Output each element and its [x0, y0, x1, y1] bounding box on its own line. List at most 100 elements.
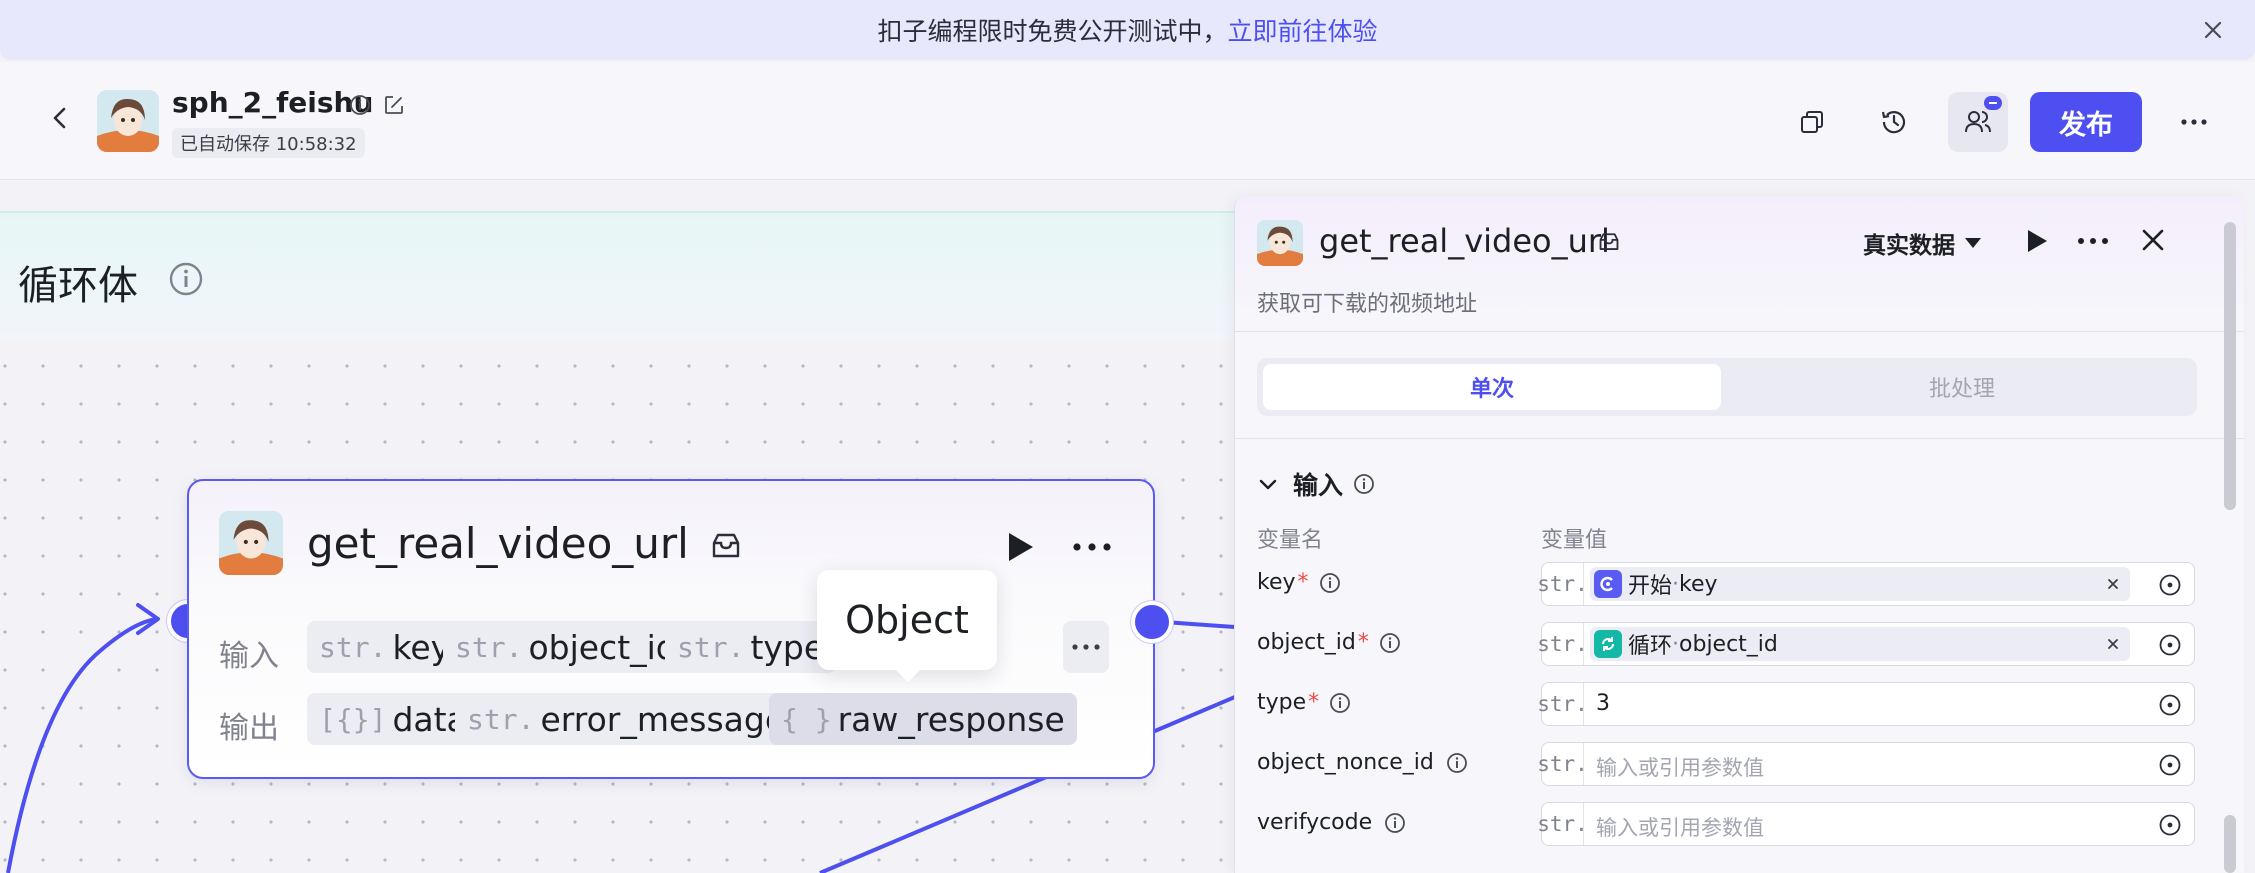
ref-separator: · — [1672, 571, 1680, 597]
type-tag: str. — [455, 630, 523, 664]
param-name-text: type — [1257, 690, 1307, 715]
copy-icon[interactable] — [1782, 92, 1842, 152]
param-name: object_id * — [1257, 630, 1401, 655]
info-icon[interactable] — [1319, 572, 1341, 594]
data-mode-dropdown[interactable]: 真实数据 — [1863, 226, 1981, 260]
ref-source: 循环 — [1628, 634, 1673, 659]
reference-target-icon[interactable] — [2158, 753, 2182, 777]
tab-single[interactable]: 单次 — [1263, 364, 1721, 410]
info-icon[interactable] — [1353, 473, 1375, 495]
param-name: verifycode — [1257, 810, 1406, 835]
chevron-down-icon — [1965, 238, 1981, 248]
back-arrow-icon[interactable] — [42, 100, 78, 136]
plugin-icon — [709, 529, 743, 563]
column-header-name: 变量名 — [1257, 528, 1324, 553]
type-tag: str. — [677, 630, 745, 664]
more-icon[interactable] — [2073, 224, 2113, 258]
chip-name: error_message — [540, 699, 786, 739]
edit-icon[interactable] — [383, 94, 405, 116]
input-section-title: 输入 — [1293, 471, 1344, 500]
param-value-field[interactable]: str. 3 — [1537, 682, 2195, 726]
output-chip-error-message: str. error_message — [455, 693, 798, 745]
workflow-canvas[interactable]: 循环体 get_real_video_url 输入 str. key str. … — [0, 181, 1235, 873]
param-name-text: verifycode — [1257, 810, 1373, 835]
param-placeholder[interactable]: 输入或引用参数值 — [1596, 812, 1764, 842]
reference-target-icon[interactable] — [2158, 813, 2182, 837]
divider — [1235, 438, 2244, 439]
param-row-type: type * str. 3 — [1257, 682, 2207, 728]
required-mark: * — [1297, 570, 1309, 595]
collaborators-icon[interactable] — [1948, 92, 2008, 152]
info-icon[interactable] — [349, 94, 371, 116]
param-name-text: key — [1257, 570, 1296, 595]
panel-scrollbar[interactable] — [2224, 222, 2236, 510]
more-icon[interactable] — [2164, 92, 2224, 152]
chevron-down-icon[interactable] — [1257, 473, 1279, 495]
param-value-field[interactable]: str. 输入或引用参数值 — [1537, 742, 2195, 786]
param-row-object-id: object_id * str. 循环 · object_id — [1257, 622, 2207, 668]
chip-name: key — [392, 627, 451, 667]
more-inputs-button[interactable] — [1063, 621, 1109, 673]
info-icon[interactable] — [1384, 812, 1406, 834]
param-value-field[interactable]: str. 循环 · object_id — [1537, 622, 2195, 666]
plugin-icon — [1597, 230, 1621, 254]
variable-reference[interactable]: 开始 · key — [1590, 567, 2130, 601]
clear-icon[interactable] — [2104, 635, 2122, 653]
close-icon[interactable] — [2135, 222, 2171, 258]
more-icon[interactable] — [1069, 527, 1115, 567]
param-row-verifycode: verifycode str. 输入或引用参数值 — [1257, 802, 2207, 848]
type-tag: str. — [1537, 563, 1588, 605]
workflow-node[interactable]: get_real_video_url 输入 str. key str. obje… — [187, 479, 1155, 779]
type-tag: { } — [781, 702, 832, 736]
panel-description: 获取可下载的视频地址 — [1257, 292, 1478, 317]
type-tag: str. — [319, 630, 387, 664]
param-value-field[interactable]: str. 开始 · key — [1537, 562, 2195, 606]
publish-button[interactable]: 发布 — [2030, 92, 2142, 152]
reference-target-icon[interactable] — [2158, 693, 2182, 717]
project-name: sph_2_feishu — [172, 86, 374, 119]
info-icon[interactable] — [1379, 632, 1401, 654]
input-chip-object-id: str. object_id — [443, 621, 689, 673]
chip-name: raw_response — [837, 699, 1065, 739]
autosave-status: 已自动保存 10:58:32 — [172, 128, 365, 158]
output-port[interactable] — [1131, 601, 1173, 643]
param-name-text: object_id — [1257, 630, 1356, 655]
reference-target-icon[interactable] — [2158, 573, 2182, 597]
ref-source: 开始 — [1628, 574, 1673, 599]
required-mark: * — [1357, 630, 1369, 655]
history-icon[interactable] — [1864, 92, 1924, 152]
announcement-banner: 扣子编程限时免费公开测试中， 立即前往体验 — [0, 0, 2255, 60]
ref-field: key — [1679, 571, 1718, 597]
node-config-panel: get_real_video_url 真实数据 获取可下载的视频地址 单次 批处… — [1234, 196, 2244, 873]
required-mark: * — [1308, 690, 1320, 715]
node-avatar — [219, 511, 283, 575]
type-tooltip: Object — [817, 570, 997, 682]
type-tag: str. — [1537, 623, 1588, 665]
reference-target-icon[interactable] — [2158, 633, 2182, 657]
loop-node-icon — [1594, 630, 1622, 658]
column-header-value: 变量值 — [1541, 528, 1608, 553]
panel-scrollbar-lower[interactable] — [2224, 815, 2236, 873]
info-icon[interactable] — [1329, 692, 1351, 714]
param-value-field[interactable]: str. 输入或引用参数值 — [1537, 802, 2195, 846]
clear-icon[interactable] — [2104, 575, 2122, 593]
play-icon[interactable] — [2019, 224, 2053, 258]
type-tag: [{}] — [319, 702, 387, 736]
type-tag: str. — [1537, 683, 1588, 725]
banner-close-icon[interactable] — [2197, 14, 2229, 46]
banner-link[interactable]: 立即前往体验 — [1228, 12, 1378, 48]
start-node-icon — [1594, 570, 1622, 598]
panel-avatar — [1257, 220, 1303, 266]
type-tag: str. — [1537, 743, 1588, 785]
play-icon[interactable] — [999, 527, 1039, 567]
param-row-key: key * str. 开始 · key — [1257, 562, 2207, 608]
output-chip-raw-response[interactable]: { } raw_response — [769, 693, 1077, 745]
param-value-text[interactable]: 3 — [1596, 691, 1610, 716]
input-section-header[interactable]: 输入 — [1257, 466, 1375, 502]
tab-batch[interactable]: 批处理 — [1733, 364, 2191, 410]
info-icon[interactable] — [1446, 752, 1468, 774]
panel-header: get_real_video_url 真实数据 获取可下载的视频地址 — [1235, 196, 2244, 332]
type-tag: str. — [1537, 803, 1588, 845]
param-placeholder[interactable]: 输入或引用参数值 — [1596, 752, 1764, 782]
variable-reference[interactable]: 循环 · object_id — [1590, 627, 2130, 661]
